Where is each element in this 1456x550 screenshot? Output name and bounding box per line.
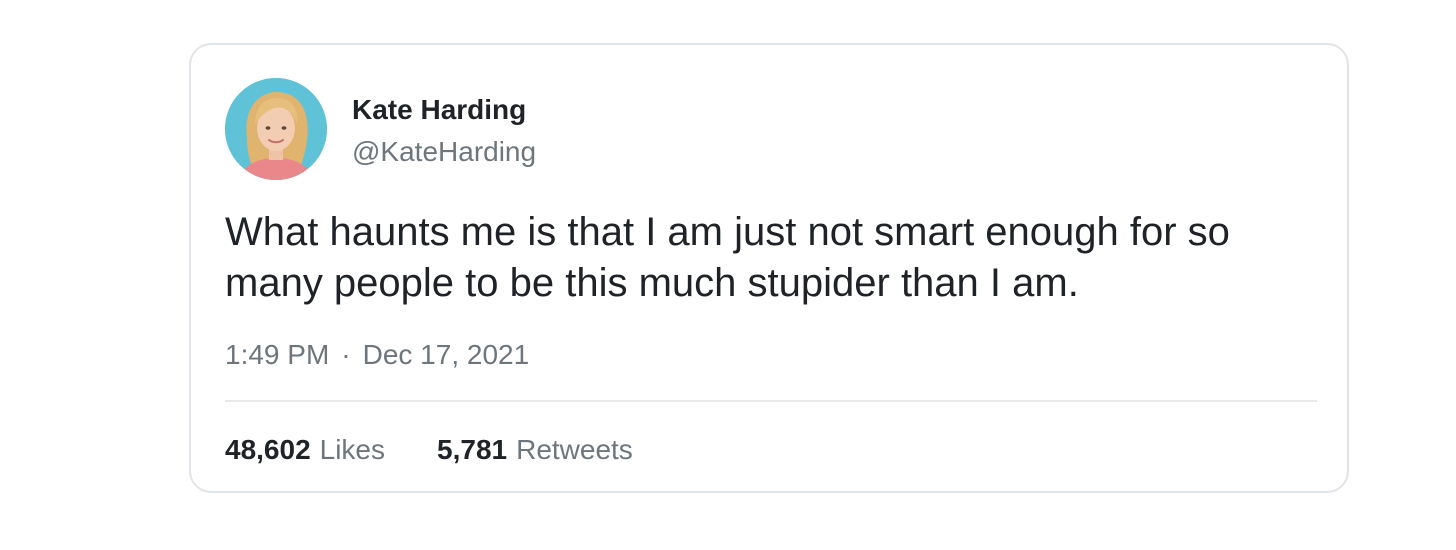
divider — [225, 400, 1317, 402]
profile-photo-icon — [225, 78, 327, 180]
timestamp-separator: · — [341, 339, 351, 370]
retweets-label: Retweets — [516, 434, 633, 465]
tweet-card: Kate Harding @KateHarding What haunts me… — [189, 43, 1349, 493]
likes-count: 48,602 — [225, 434, 311, 465]
tweet-time: 1:49 PM — [225, 339, 330, 370]
tweet-stats: 48,602 Likes 5,781 Retweets — [225, 433, 633, 467]
avatar[interactable] — [225, 78, 327, 180]
likes-stat[interactable]: 48,602 Likes — [225, 433, 385, 467]
tweet-date: Dec 17, 2021 — [362, 339, 530, 370]
retweets-count: 5,781 — [437, 434, 508, 465]
retweets-stat[interactable]: 5,781 Retweets — [437, 433, 633, 467]
likes-label: Likes — [319, 434, 386, 465]
author-name[interactable]: Kate Harding — [352, 93, 526, 127]
tweet-text: What haunts me is that I am just not sma… — [225, 210, 1230, 305]
author-handle[interactable]: @KateHarding — [352, 135, 536, 169]
tweet-timestamp[interactable]: 1:49 PM · Dec 17, 2021 — [225, 338, 529, 372]
